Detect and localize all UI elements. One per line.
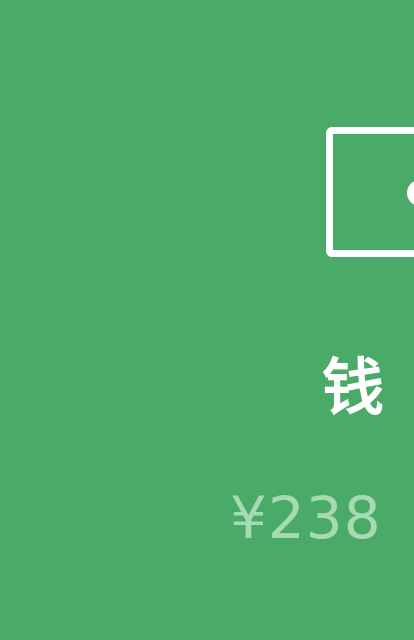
wallet-clasp-icon [407, 180, 414, 206]
wallet-panel: 钱 ¥238 [0, 0, 414, 640]
wallet-label: 钱 [322, 351, 385, 424]
wallet-entry[interactable]: 钱 ¥238 [0, 0, 414, 640]
wallet-balance: ¥238 [230, 484, 382, 552]
wallet-icon [326, 127, 414, 257]
